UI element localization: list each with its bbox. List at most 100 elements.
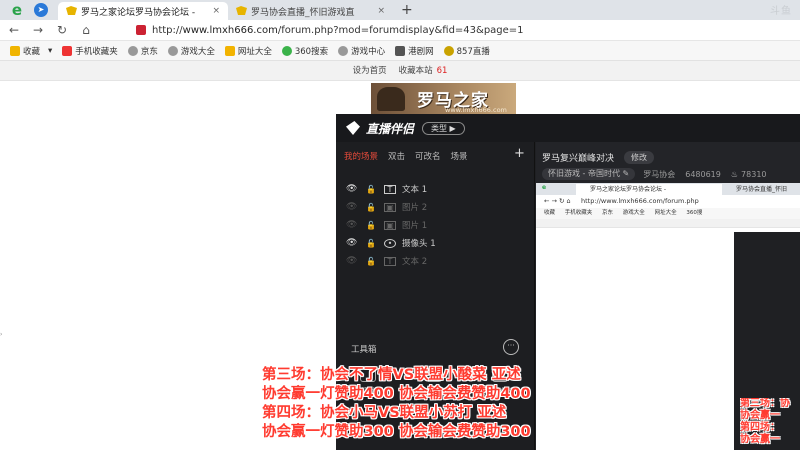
reload-icon[interactable]: ↻ — [52, 23, 72, 37]
preview-site-strip — [536, 219, 800, 228]
tab-title: 罗马协会直播_怀旧游戏直 — [251, 7, 355, 18]
source-row[interactable]: 👁 🔓 ▣ 图片 1 — [346, 218, 526, 232]
eye-hidden-icon[interactable]: 👁 — [346, 202, 358, 212]
channel-name: 罗马协会 — [643, 169, 676, 179]
eye-icon[interactable]: 👁 — [346, 238, 358, 248]
overlay-line: 协会赢一灯赞助400 协会输会费赞助400 — [262, 386, 531, 402]
banner-domain: www.lmxh666.com — [445, 106, 507, 114]
bookmark-jd[interactable]: 京东 — [127, 45, 158, 57]
lock-icon[interactable]: 🔓 — [366, 257, 376, 266]
tab-title: 罗马之家论坛罗马协会论坛 - — [81, 7, 196, 18]
preview-overlay-line: 第三场：协 — [740, 398, 790, 409]
bookmark-favorites[interactable]: 收藏 ▾ — [10, 45, 52, 57]
preview-overlay-line: 第四场： — [740, 422, 780, 433]
favorite-site-link[interactable]: 收藏本站 — [399, 66, 433, 76]
bookmark-icon — [62, 45, 73, 56]
eye-hidden-icon[interactable]: 👁 — [346, 220, 358, 230]
stream-meta-row: 怀旧游戏 - 帝国时代 ✎ 罗马协会 6480619 ♨ 78310 — [542, 168, 767, 180]
forward-icon[interactable]: → — [28, 23, 48, 37]
source-label: 文本 1 — [402, 185, 428, 195]
tab-scene[interactable]: 场景 — [451, 150, 468, 162]
navigate-icon[interactable]: ➤ — [34, 3, 48, 17]
type-button[interactable]: 类型 ▶ — [422, 121, 465, 135]
star-icon — [10, 45, 20, 56]
text-source-icon: T — [384, 256, 396, 266]
favorite-count: 61 — [436, 66, 448, 76]
preview-match-overlay: 第三场：协 协会赢一 第四场： 协会赢一 — [740, 398, 800, 446]
source-label: 图片 1 — [402, 221, 428, 231]
tab-double-click[interactable]: 双击 — [388, 150, 405, 162]
bookmark-game-center[interactable]: 游戏中心 — [338, 45, 385, 57]
page-edge-marker: › — [0, 331, 3, 338]
match-overlay: 第三场：协会不了情VS联盟小酸菜 亚述 协会赢一灯赞助400 协会输会费赞助40… — [262, 366, 562, 442]
eye-hidden-icon[interactable]: 👁 — [346, 256, 358, 266]
app-name: 直播伴侣 — [366, 121, 415, 136]
add-scene-button[interactable]: + — [514, 146, 525, 161]
bookmark-hk-drama[interactable]: 港剧网 — [395, 45, 434, 57]
tab-my-scenes[interactable]: 我的场景 — [344, 150, 378, 162]
preview-bookmarks: 收藏 手机收藏夹 京东 游戏大全 网址大全 360搜 — [536, 208, 800, 219]
overlay-line: 第三场：协会不了情VS联盟小酸菜 亚述 — [262, 367, 521, 383]
site-banner[interactable]: 罗马之家 www.lmxh666.com — [371, 83, 516, 115]
chevron-down-icon[interactable]: ▾ — [48, 46, 52, 56]
category-chip[interactable]: 怀旧游戏 - 帝国时代 ✎ — [542, 168, 636, 180]
address-bar[interactable]: http:// www.lmxh666.com /forum.php?mod=f… — [136, 25, 524, 36]
app-header: 直播伴侣 类型 ▶ — [336, 114, 800, 142]
lock-icon[interactable]: 🔓 — [366, 203, 376, 212]
knight-image — [377, 87, 405, 111]
preview-overlay-line: 协会赢一 — [740, 434, 780, 445]
close-tab-icon[interactable]: × — [377, 6, 385, 16]
browser-tabstrip: e ➤ 罗马之家论坛罗马协会论坛 - × 罗马协会直播_怀旧游戏直 × + 斗鱼 — [0, 0, 800, 20]
stream-favicon-icon — [236, 6, 247, 15]
source-label: 文本 2 — [402, 257, 428, 267]
source-label: 摄像头 1 — [402, 239, 436, 249]
bookmark-games[interactable]: 游戏大全 — [167, 45, 215, 57]
url-host: www.lmxh666.com — [182, 24, 278, 36]
url-scheme: http:// — [152, 24, 183, 36]
edit-pencil-icon: ✎ — [622, 169, 630, 178]
back-icon[interactable]: ← — [4, 23, 24, 37]
edit-title-button[interactable]: 修改 — [624, 151, 655, 164]
preview-tabstrip: e 罗马之家论坛罗马协会论坛 - 罗马协会直播_怀旧 — [536, 183, 800, 195]
bookmark-mobile[interactable]: 手机收藏夹 — [62, 45, 118, 57]
bookmark-857[interactable]: 857直播 — [443, 45, 490, 57]
preview-toolbar: ← → ↻ ⌂ http://www.lmxh666.com/forum.php — [536, 195, 800, 208]
overlay-line: 第四场：协会小马VS联盟小苏打 亚述 — [262, 405, 507, 421]
browser-toolbar: ← → ↻ ⌂ http:// www.lmxh666.com /forum.p… — [0, 20, 800, 41]
toolbox-label: 工具箱 — [351, 345, 377, 355]
stream-title-row: 罗马复兴巅峰对决 修改 — [542, 151, 655, 164]
browser-e-icon: e — [11, 1, 23, 19]
scene-tabs: 我的场景 双击 可改名 场景 — [344, 150, 530, 162]
close-tab-icon[interactable]: × — [212, 6, 220, 16]
search-icon — [281, 45, 292, 56]
set-homepage-link[interactable]: 设为首页 — [353, 66, 387, 76]
camera-icon: • — [384, 238, 396, 248]
bookmark-360[interactable]: 360搜索 — [281, 45, 328, 57]
preview-nav-icons: ← → ↻ ⌂ — [544, 197, 581, 205]
forum-favicon-icon — [66, 6, 77, 15]
lock-icon[interactable]: 🔓 — [366, 185, 376, 194]
globe-icon — [338, 45, 349, 56]
site-top-strip: 设为首页 收藏本站 61 — [0, 61, 800, 81]
bookmark-sites[interactable]: 网址大全 — [224, 45, 272, 57]
preview-tab: 罗马之家论坛罗马协会论坛 - — [576, 184, 722, 195]
new-tab-button[interactable]: + — [401, 2, 417, 18]
tab-forum[interactable]: 罗马之家论坛罗马协会论坛 - × — [58, 2, 228, 20]
lock-icon[interactable]: 🔓 — [366, 239, 376, 248]
stream-title: 罗马复兴巅峰对决 — [542, 154, 615, 164]
tab-stream[interactable]: 罗马协会直播_怀旧游戏直 × — [228, 2, 393, 20]
source-row[interactable]: 👁 🔓 • 摄像头 1 — [346, 236, 526, 250]
app-logo-icon — [346, 121, 360, 135]
home-icon[interactable]: ⌂ — [76, 23, 96, 37]
more-tools-button[interactable]: ··· — [503, 339, 519, 355]
bookmarks-bar: 收藏 ▾ 手机收藏夹 京东 游戏大全 网址大全 360搜索 游戏中心 港剧网 85… — [0, 41, 800, 61]
tab-renamable[interactable]: 可改名 — [415, 150, 441, 162]
source-row[interactable]: 👁 🔓 ▣ 图片 2 — [346, 200, 526, 214]
preview-tab: 罗马协会直播_怀旧 — [736, 186, 788, 193]
globe-icon — [167, 45, 178, 56]
lock-icon[interactable]: 🔓 — [366, 221, 376, 230]
eye-icon[interactable]: 👁 — [346, 184, 358, 194]
preview-browser-icon: e — [542, 184, 547, 191]
source-row[interactable]: 👁 🔓 T 文本 2 — [346, 254, 526, 268]
source-row[interactable]: 👁 🔓 T 文本 1 — [346, 182, 526, 196]
